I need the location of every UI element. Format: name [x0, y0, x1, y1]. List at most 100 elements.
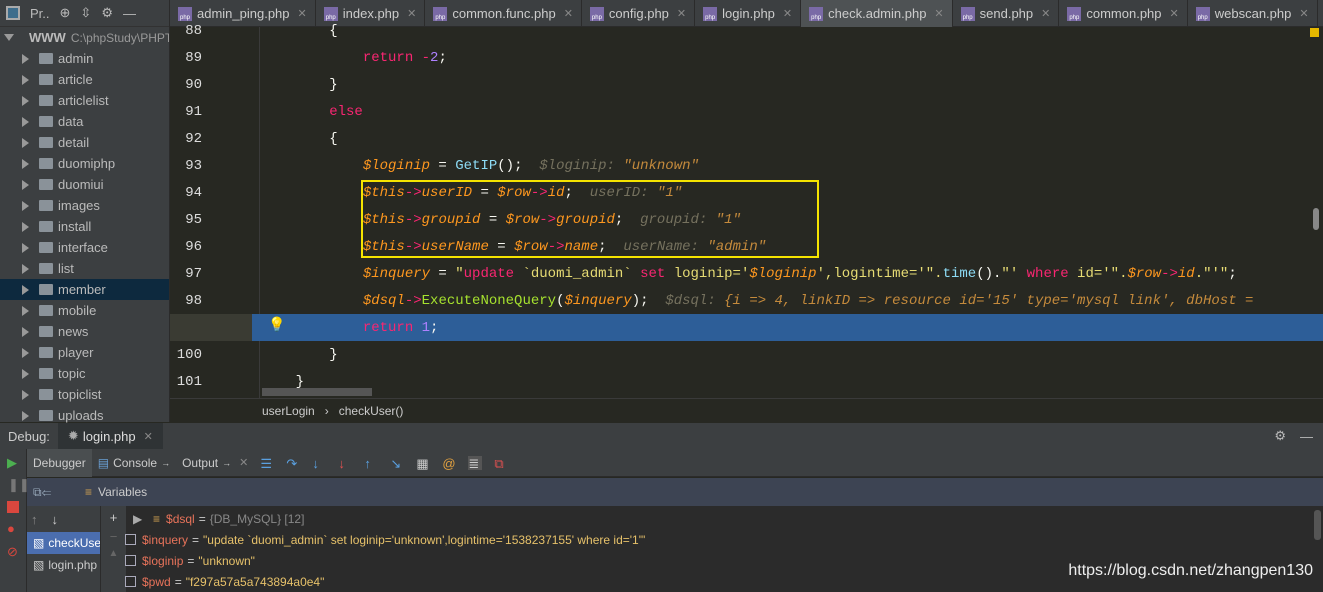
resume-icon[interactable]: ▶	[7, 455, 19, 471]
variable-row[interactable]: $pwd = "f297a57a5a743894a0e4"	[101, 571, 324, 592]
frame-item[interactable]: ▧ login.php	[27, 554, 100, 576]
minimize-icon[interactable]: —	[1300, 429, 1313, 444]
close-icon[interactable]: ✕	[1041, 7, 1050, 20]
arrow-up-icon[interactable]: ↑	[31, 512, 38, 527]
chevron-right-icon[interactable]	[22, 368, 29, 379]
close-icon[interactable]: ✕	[1170, 7, 1179, 20]
tab-login-php[interactable]: php login.php ✕	[695, 0, 802, 27]
tree-item-articlelist[interactable]: articlelist	[0, 90, 169, 111]
variable-row[interactable]: $inquery = "update `duomi_admin` set log…	[101, 529, 645, 550]
chevron-right-icon[interactable]	[22, 53, 29, 64]
code-line[interactable]: else	[262, 99, 363, 126]
tree-item-article[interactable]: article	[0, 69, 169, 90]
chevron-right-icon[interactable]	[22, 326, 29, 337]
code-line[interactable]: $loginip = GetIP(); $loginip: "unknown"	[262, 153, 699, 180]
step-over-icon[interactable]: ↷	[286, 456, 300, 471]
tree-item-list[interactable]: list	[0, 258, 169, 279]
tab-webscan-php[interactable]: php webscan.php ✕	[1188, 0, 1318, 27]
tree-item-admin[interactable]: admin	[0, 48, 169, 69]
chevron-right-icon[interactable]	[22, 410, 29, 421]
tree-item-mobile[interactable]: mobile	[0, 300, 169, 321]
project-title[interactable]: Pr..	[30, 6, 50, 21]
tree-item-player[interactable]: player	[0, 342, 169, 363]
chevron-right-icon[interactable]	[22, 137, 29, 148]
collapse-icon[interactable]: ⇳	[80, 5, 91, 21]
tree-item-member[interactable]: member	[0, 279, 169, 300]
tree-item-install[interactable]: install	[0, 216, 169, 237]
code-line[interactable]: {	[262, 126, 337, 153]
lightbulb-icon[interactable]: 💡	[268, 316, 285, 333]
chevron-right-icon[interactable]	[22, 305, 29, 316]
mute-breakpoints-icon[interactable]: ⊘	[7, 544, 19, 560]
breadcrumb-item[interactable]: checkUser()	[339, 404, 404, 418]
watch-icon[interactable]: @	[442, 456, 456, 471]
chevron-right-icon[interactable]	[22, 347, 29, 358]
tree-item-detail[interactable]: detail	[0, 132, 169, 153]
step-out-icon[interactable]: ↑	[364, 456, 378, 471]
force-step-into-icon[interactable]: ↓	[338, 456, 352, 471]
tab-debugger[interactable]: Debugger	[27, 448, 92, 477]
close-icon[interactable]: ✕	[1299, 7, 1308, 20]
close-icon[interactable]: ✕	[144, 430, 153, 443]
tab-console[interactable]: ▤ Console →	[92, 449, 176, 477]
tree-item-duomiui[interactable]: duomiui	[0, 174, 169, 195]
inspection-status-icon[interactable]	[1310, 28, 1319, 37]
variable-row[interactable]: $loginip = "unknown"	[101, 550, 255, 571]
chevron-right-icon[interactable]	[22, 389, 29, 400]
evaluate-icon[interactable]: ▦	[416, 456, 430, 471]
tree-item-interface[interactable]: interface	[0, 237, 169, 258]
variables-scrollbar[interactable]	[1314, 510, 1321, 540]
chevron-down-icon[interactable]	[4, 34, 14, 41]
code-line[interactable]: {	[262, 18, 337, 45]
pause-icon[interactable]: ❚❚	[8, 477, 30, 493]
chevron-right-icon[interactable]	[22, 284, 29, 295]
tree-item-news[interactable]: news	[0, 321, 169, 342]
breadcrumb-item[interactable]: userLogin	[262, 404, 315, 418]
chevron-right-icon[interactable]	[22, 179, 29, 190]
tab-check-admin-php[interactable]: php check.admin.php ✕	[801, 0, 953, 27]
tree-root[interactable]: WWW C:\phpStudy\PHPTutorial	[0, 27, 169, 48]
minimize-icon[interactable]: —	[123, 6, 136, 21]
chevron-right-icon[interactable]	[22, 95, 29, 106]
tree-item-duomiphp[interactable]: duomiphp	[0, 153, 169, 174]
tab-send-php[interactable]: php send.php ✕	[953, 0, 1060, 27]
code-line[interactable]: $dsql->ExecuteNoneQuery($inquery); $dsql…	[262, 288, 1262, 315]
arrow-down-icon[interactable]: ↓	[52, 512, 59, 527]
chevron-right-icon[interactable]	[22, 158, 29, 169]
frames-toolbar-icon[interactable]: ⧉⇐	[27, 485, 79, 500]
variable-row[interactable]: ▶ ≡ $dsql = {DB_MySQL} [12]	[129, 508, 304, 529]
code-line[interactable]: }	[262, 342, 337, 369]
close-icon[interactable]: ✕	[934, 7, 943, 20]
tab-config-php[interactable]: php config.php ✕	[582, 0, 696, 27]
frame-item[interactable]: ▧ checkUser	[27, 532, 100, 554]
expand-icon[interactable]: ▶	[133, 512, 153, 526]
gear-icon[interactable]: ⚙	[1274, 428, 1286, 444]
debug-session-tab[interactable]: ✹ login.php ✕	[57, 423, 163, 449]
step-into-icon[interactable]: ↓	[312, 456, 326, 471]
editor-scrollbar[interactable]	[1313, 208, 1319, 230]
chevron-right-icon[interactable]	[22, 242, 29, 253]
chevron-right-icon[interactable]	[22, 221, 29, 232]
horizontal-scrollbar[interactable]	[262, 388, 372, 396]
chevron-right-icon[interactable]	[22, 200, 29, 211]
tree-item-topic[interactable]: topic	[0, 363, 169, 384]
add-watch-icon[interactable]: +	[101, 510, 126, 525]
chevron-right-icon[interactable]	[22, 74, 29, 85]
code-line[interactable]: }	[262, 72, 337, 99]
chevron-right-icon[interactable]	[22, 116, 29, 127]
tab-common-php[interactable]: php common.php ✕	[1059, 0, 1188, 27]
close-icon[interactable]: ✕	[783, 7, 792, 20]
close-icon[interactable]: ✕	[407, 7, 416, 20]
close-icon[interactable]: ✕	[239, 456, 248, 469]
inline-values-icon[interactable]: ≣	[468, 455, 483, 471]
tab-common-func-php[interactable]: php common.func.php ✕	[425, 0, 582, 27]
frames-icon[interactable]: ☰	[260, 456, 274, 471]
code-line[interactable]: $inquery = "update `duomi_admin` set log…	[262, 261, 1237, 288]
view-breakpoints-icon[interactable]: ●	[7, 521, 19, 536]
code-line[interactable]: return 1;	[262, 315, 439, 342]
tree-item-images[interactable]: images	[0, 195, 169, 216]
tree-item-data[interactable]: data	[0, 111, 169, 132]
close-icon[interactable]: ✕	[564, 7, 573, 20]
tree-item-topiclist[interactable]: topiclist	[0, 384, 169, 405]
close-icon[interactable]: ✕	[677, 7, 686, 20]
